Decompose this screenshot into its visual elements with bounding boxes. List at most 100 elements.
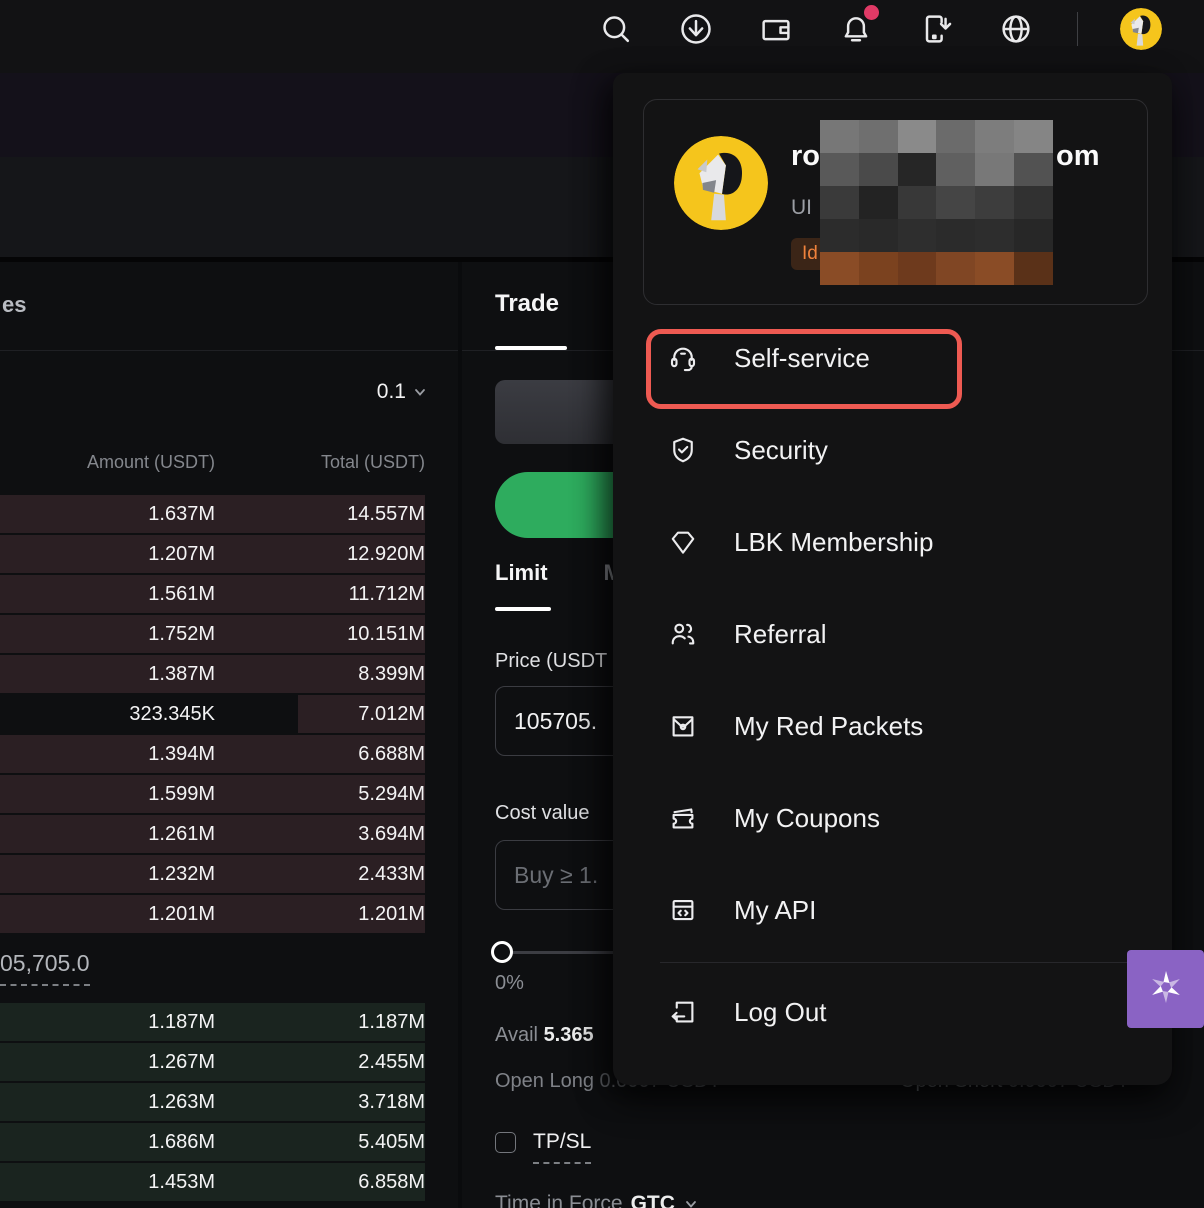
bid-row[interactable]: 1.686M5.405M — [0, 1123, 425, 1161]
time-in-force-select[interactable]: Time in Force GTC — [495, 1192, 699, 1208]
logout-icon — [668, 997, 698, 1027]
api-icon — [668, 895, 698, 925]
menu-item-label: My Red Packets — [734, 711, 923, 742]
orderbook-header-divider — [0, 350, 458, 351]
slider-percent: 0% — [495, 972, 524, 995]
ask-row[interactable]: 1.201M1.201M — [0, 895, 425, 933]
menu-item-label: My API — [734, 895, 816, 926]
amount-cell: 1.394M — [0, 743, 215, 766]
menu-item-api[interactable]: My API — [613, 878, 1172, 942]
menu-item-lbk-membership[interactable]: LBK Membership — [613, 510, 1172, 574]
amount-slider-handle[interactable] — [491, 941, 513, 963]
ask-row[interactable]: 1.752M10.151M — [0, 615, 425, 653]
amount-cell: 1.453M — [0, 1171, 215, 1194]
total-cell: 10.151M — [215, 623, 425, 646]
ask-row[interactable]: 1.637M14.557M — [0, 495, 425, 533]
total-cell: 14.557M — [215, 503, 425, 526]
chevron-down-icon — [683, 1196, 699, 1208]
amount-cell: 1.267M — [0, 1051, 215, 1074]
language-globe-icon[interactable] — [998, 11, 1034, 47]
total-cell: 6.858M — [215, 1171, 425, 1194]
total-cell: 2.455M — [215, 1051, 425, 1074]
orderbook-tab-partial[interactable]: es — [2, 292, 26, 318]
amount-cell: 1.232M — [0, 863, 215, 886]
user-email-suffix: om — [1056, 140, 1100, 173]
amount-cell: 323.345K — [0, 703, 215, 726]
amount-cell: 1.686M — [0, 1131, 215, 1154]
menu-item-label: My Coupons — [734, 803, 880, 834]
limit-tab-underline — [495, 607, 551, 611]
menu-item-label: LBK Membership — [734, 527, 933, 558]
avail-label: Avail — [495, 1024, 538, 1046]
tif-value: GTC — [631, 1192, 675, 1208]
amount-cell: 1.201M — [0, 903, 215, 926]
red-packets-icon — [668, 711, 698, 741]
ask-row[interactable]: 1.387M8.399M — [0, 655, 425, 693]
amount-cell: 1.752M — [0, 623, 215, 646]
tick-size-value: 0.1 — [377, 380, 406, 404]
menu-item-label: Security — [734, 435, 828, 466]
menu-item-logout[interactable]: Log Out — [613, 980, 1172, 1044]
ask-row[interactable]: 1.599M5.294M — [0, 775, 425, 813]
total-cell: 12.920M — [215, 543, 425, 566]
wallet-icon[interactable] — [758, 11, 794, 47]
tif-label: Time in Force — [495, 1192, 623, 1208]
avail-value: 5.365 — [544, 1024, 594, 1046]
menu-item-red-packets[interactable]: My Red Packets — [613, 694, 1172, 758]
ask-row[interactable]: 323.345K7.012M — [0, 695, 425, 733]
ask-row[interactable]: 1.394M6.688M — [0, 735, 425, 773]
bid-row[interactable]: 1.267M2.455M — [0, 1043, 425, 1081]
total-cell: 2.433M — [215, 863, 425, 886]
download-icon[interactable] — [678, 11, 714, 47]
total-cell: 8.399M — [215, 663, 425, 686]
ask-row[interactable]: 1.232M2.433M — [0, 855, 425, 893]
total-cell: 1.187M — [215, 1011, 425, 1034]
bid-row[interactable]: 1.187M1.187M — [0, 1003, 425, 1041]
app-screen: es 0.1 Amount (USDT) Total (USDT) 1.637M… — [0, 0, 1204, 1208]
ask-row[interactable]: 1.261M3.694M — [0, 815, 425, 853]
orderbook-panel: es 0.1 Amount (USDT) Total (USDT) 1.637M… — [0, 262, 458, 1208]
amount-cell: 1.561M — [0, 583, 215, 606]
mid-price-value[interactable]: 05,705.0 — [0, 950, 90, 986]
referral-icon — [668, 619, 698, 649]
tpsl-checkbox[interactable] — [495, 1132, 516, 1153]
topbar-separator — [1077, 12, 1078, 46]
column-header-total: Total (USDT) — [215, 452, 425, 473]
app-download-icon[interactable] — [918, 11, 954, 47]
bid-row[interactable]: 1.453M6.858M — [0, 1163, 425, 1201]
menu-item-self-service[interactable]: Self-service — [613, 326, 1172, 390]
tab-trade[interactable]: Trade — [495, 290, 559, 318]
amount-cell: 1.187M — [0, 1011, 215, 1034]
menu-item-coupons[interactable]: My Coupons — [613, 786, 1172, 850]
support-chat-widget[interactable] — [1127, 950, 1204, 1028]
ask-row[interactable]: 1.561M11.712M — [0, 575, 425, 613]
tick-size-select[interactable]: 0.1 — [377, 380, 428, 404]
menu-item-security[interactable]: Security — [613, 418, 1172, 482]
menu-divider — [660, 962, 1140, 963]
available-balance: Avail 5.365 — [495, 1024, 594, 1047]
menu-item-label: Log Out — [734, 997, 827, 1028]
ask-row[interactable]: 1.207M12.920M — [0, 535, 425, 573]
amount-cell: 1.387M — [0, 663, 215, 686]
open-long-label: Open Long — [495, 1070, 594, 1092]
bid-row[interactable]: 1.263M3.718M — [0, 1083, 425, 1121]
tab-limit[interactable]: Limit — [495, 560, 548, 586]
amount-cell: 1.637M — [0, 503, 215, 526]
orderbook-column-headers: Amount (USDT) Total (USDT) — [0, 452, 425, 473]
amount-cell: 1.263M — [0, 1091, 215, 1114]
asks: 1.637M14.557M1.207M12.920M1.561M11.712M1… — [0, 495, 425, 935]
total-cell: 1.201M — [215, 903, 425, 926]
tpsl-label: TP/SL — [533, 1130, 591, 1164]
cost-value-label: Cost value — [495, 802, 590, 825]
amount-cell: 1.207M — [0, 543, 215, 566]
top-navigation-bar — [0, 0, 1204, 73]
menu-item-referral[interactable]: Referral — [613, 602, 1172, 666]
user-dropdown-menu: ro om UI Id Self-serviceSecurityLBK Memb… — [613, 73, 1172, 1085]
chevron-down-icon — [412, 384, 428, 400]
amount-cell: 1.599M — [0, 783, 215, 806]
user-avatar[interactable] — [1120, 8, 1162, 50]
security-icon — [668, 435, 698, 465]
user-avatar-large — [674, 136, 768, 230]
menu-item-label: Self-service — [734, 343, 870, 374]
search-icon[interactable] — [598, 11, 634, 47]
